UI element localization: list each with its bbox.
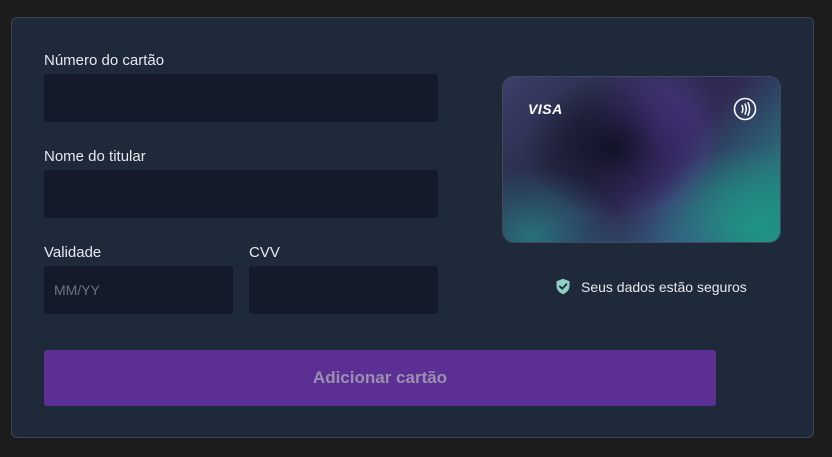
card-number-label: Número do cartão [44,52,165,69]
cvv-label: CVV [249,244,280,261]
security-text: Seus dados estão seguros [581,278,747,295]
cvv-input[interactable] [249,266,438,314]
contactless-icon [733,97,757,121]
add-card-button[interactable]: Adicionar cartão [44,350,716,406]
card-number-input[interactable] [44,74,438,122]
card-preview: VISA [502,76,781,243]
holder-name-input[interactable] [44,170,438,218]
holder-name-label: Nome do titular [44,148,146,165]
expiry-label: Validade [44,244,102,261]
security-notice: Seus dados estão seguros [555,278,747,295]
visa-logo: VISA [528,101,563,117]
expiry-input[interactable] [44,266,233,314]
shield-check-icon [556,278,570,295]
